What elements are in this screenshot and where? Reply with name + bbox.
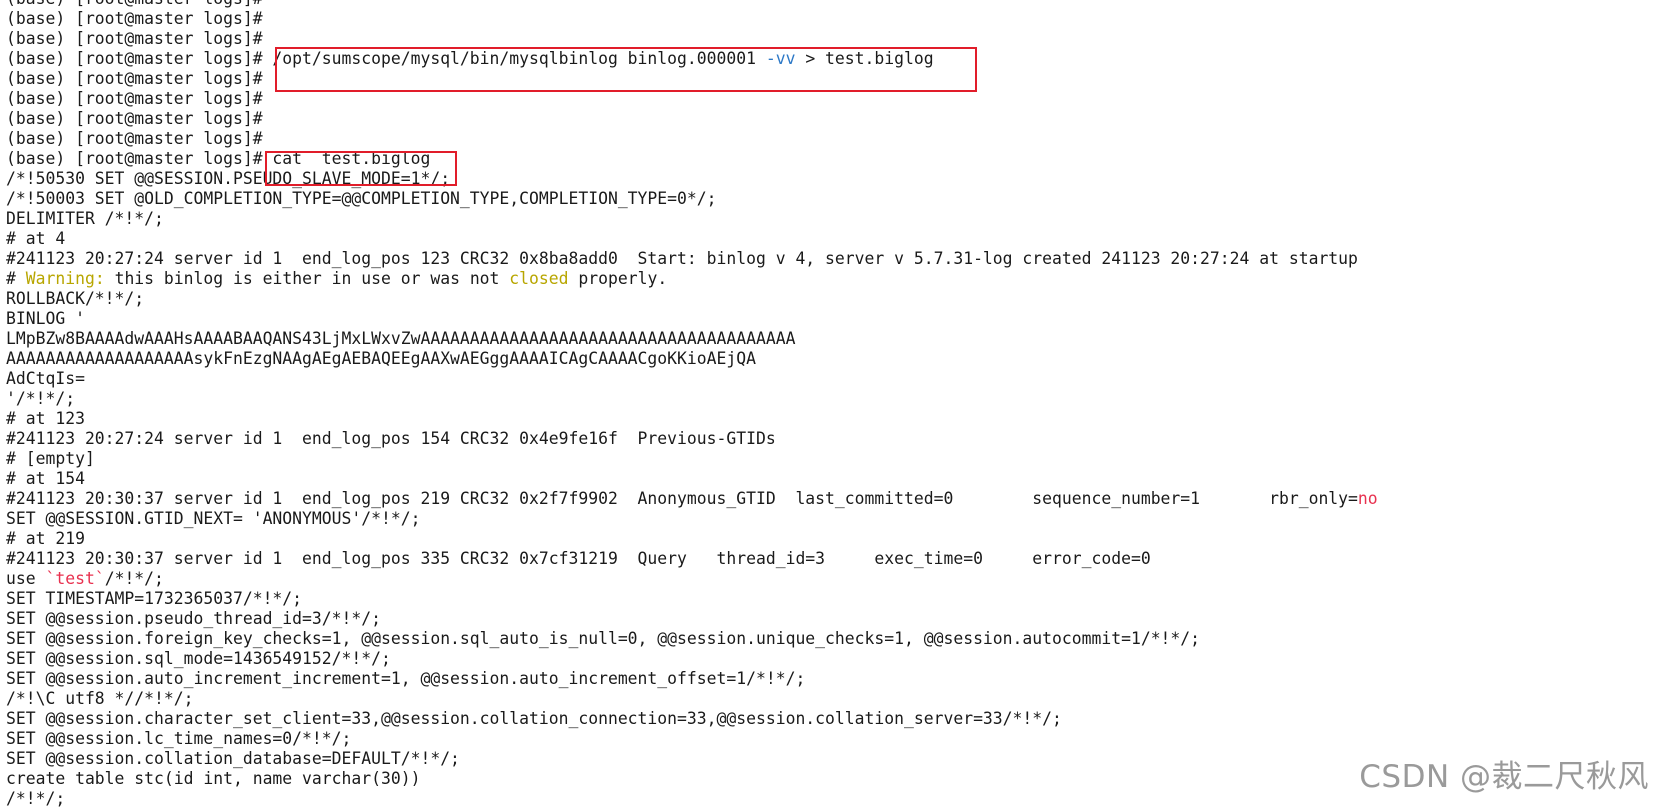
terminal-line: # at 123 <box>0 409 1659 429</box>
terminal-line: # at 154 <box>0 469 1659 489</box>
terminal-text: DELIMITER /*!*/; <box>6 209 164 228</box>
terminal-line: SET @@session.sql_mode=1436549152/*!*/; <box>0 649 1659 669</box>
terminal-line: #241123 20:27:24 server id 1 end_log_pos… <box>0 429 1659 449</box>
terminal-text: (base) [root@master logs]# /opt/sumscope… <box>6 49 766 68</box>
terminal-line: SET @@session.foreign_key_checks=1, @@se… <box>0 629 1659 649</box>
terminal-text: SET @@SESSION.GTID_NEXT= 'ANONYMOUS'/*!*… <box>6 509 421 528</box>
terminal-text: use <box>6 569 46 588</box>
terminal-line: (base) [root@master logs]# cat test.bigl… <box>0 149 1659 169</box>
terminal-line: /*!\C utf8 *//*!*/; <box>0 689 1659 709</box>
terminal-line: (base) [root@master logs]# <box>0 29 1659 49</box>
terminal-text: #241123 20:27:24 server id 1 end_log_pos… <box>6 429 776 448</box>
watermark: CSDN @裁二尺秋风 <box>1359 751 1649 796</box>
terminal-text: BINLOG ' <box>6 309 85 328</box>
terminal-line: (base) [root@master logs]# <box>0 0 1659 9</box>
terminal-text: SET TIMESTAMP=1732365037/*!*/; <box>6 589 303 608</box>
terminal-line: # at 219 <box>0 529 1659 549</box>
terminal-line: AAAAAAAAAAAAAAAAAAAsykFnEzgNAAgAEgAEBAQE… <box>0 349 1659 369</box>
terminal-text: this binlog is either in use or was not <box>104 269 510 288</box>
terminal-text: (base) [root@master logs]# <box>6 89 263 108</box>
terminal-line: '/*!*/; <box>0 389 1659 409</box>
terminal-line: #241123 20:27:24 server id 1 end_log_pos… <box>0 249 1659 269</box>
terminal-line: SET @@session.pseudo_thread_id=3/*!*/; <box>0 609 1659 629</box>
terminal-text: SET @@session.pseudo_thread_id=3/*!*/; <box>6 609 381 628</box>
terminal-text: (base) [root@master logs]# <box>6 69 263 88</box>
terminal-line: # at 4 <box>0 229 1659 249</box>
terminal-text: (base) [root@master logs]# <box>6 129 263 148</box>
terminal-text: LMpBZw8BAAAAdwAAAHsAAAABAAQANS43LjMxLWxv… <box>6 329 796 348</box>
terminal-line: BINLOG ' <box>0 309 1659 329</box>
terminal-line: #241123 20:30:37 server id 1 end_log_pos… <box>0 489 1659 509</box>
terminal-line: DELIMITER /*!*/; <box>0 209 1659 229</box>
terminal-line: # [empty] <box>0 449 1659 469</box>
terminal-line: (base) [root@master logs]# <box>0 129 1659 149</box>
terminal-line: SET @@SESSION.GTID_NEXT= 'ANONYMOUS'/*!*… <box>0 509 1659 529</box>
terminal-text: /*!\C utf8 *//*!*/; <box>6 689 194 708</box>
terminal-text: /*!50003 SET @OLD_COMPLETION_TYPE=@@COMP… <box>6 189 717 208</box>
terminal-text: > test.biglog <box>795 49 934 68</box>
terminal-line: #241123 20:30:37 server id 1 end_log_pos… <box>0 549 1659 569</box>
terminal-line: ROLLBACK/*!*/; <box>0 289 1659 309</box>
terminal-text: # at 154 <box>6 469 85 488</box>
terminal-text: # <box>6 269 26 288</box>
terminal-text: #241123 20:30:37 server id 1 end_log_pos… <box>6 549 1151 568</box>
terminal-line: AdCtqIs= <box>0 369 1659 389</box>
terminal-text: ROLLBACK/*!*/; <box>6 289 145 308</box>
terminal-text: create table stc(id int, name varchar(30… <box>6 769 421 788</box>
terminal-text: SET @@session.sql_mode=1436549152/*!*/; <box>6 649 391 668</box>
terminal-line: LMpBZw8BAAAAdwAAAHsAAAABAAQANS43LjMxLWxv… <box>0 329 1659 349</box>
terminal-text: -vv <box>765 49 796 68</box>
terminal-line: /*!50530 SET @@SESSION.PSEUDO_SLAVE_MODE… <box>0 169 1659 189</box>
terminal-text: AAAAAAAAAAAAAAAAAAAsykFnEzgNAAgAEgAEBAQE… <box>6 349 756 368</box>
terminal-line: (base) [root@master logs]# <box>0 109 1659 129</box>
terminal-text: (base) [root@master logs]# <box>6 29 263 48</box>
terminal-text: properly. <box>568 269 668 288</box>
terminal-text: /*!50530 SET @@SESSION.PSEUDO_SLAVE_MODE… <box>6 169 451 188</box>
terminal-text: SET @@session.collation_database=DEFAULT… <box>6 749 460 768</box>
terminal-text: # at 219 <box>6 529 85 548</box>
terminal-line: SET @@session.auto_increment_increment=1… <box>0 669 1659 689</box>
terminal-text: closed <box>509 269 569 288</box>
terminal-text: # at 123 <box>6 409 85 428</box>
terminal-text: SET @@session.auto_increment_increment=1… <box>6 669 806 688</box>
terminal-line: SET @@session.lc_time_names=0/*!*/; <box>0 729 1659 749</box>
terminal-text: # at 4 <box>6 229 66 248</box>
terminal-text: # [empty] <box>6 449 95 468</box>
terminal-text: (base) [root@master logs]# <box>6 9 263 28</box>
terminal-line: (base) [root@master logs]# <box>0 9 1659 29</box>
terminal-text: /*!*/; <box>6 789 66 808</box>
terminal-text: /*!*/; <box>104 569 164 588</box>
terminal-text: #241123 20:27:24 server id 1 end_log_pos… <box>6 249 1358 268</box>
terminal-text: AdCtqIs= <box>6 369 85 388</box>
terminal-line: use `test`/*!*/; <box>0 569 1659 589</box>
terminal-text: `test` <box>45 569 105 588</box>
terminal-line: (base) [root@master logs]# <box>0 89 1659 109</box>
terminal-text: Warning: <box>25 269 105 288</box>
terminal-line: /*!50003 SET @OLD_COMPLETION_TYPE=@@COMP… <box>0 189 1659 209</box>
terminal-text: (base) [root@master logs]# <box>6 0 263 8</box>
terminal-line: (base) [root@master logs]# <box>0 69 1659 89</box>
watermark-text: CSDN @裁二尺秋风 <box>1359 759 1649 795</box>
terminal-line: SET @@session.character_set_client=33,@@… <box>0 709 1659 729</box>
terminal-line: # Warning: this binlog is either in use … <box>0 269 1659 289</box>
terminal-text: #241123 20:30:37 server id 1 end_log_pos… <box>6 489 1358 508</box>
terminal-text: (base) [root@master logs]# <box>6 109 263 128</box>
terminal-text: (base) [root@master logs]# cat test.bigl… <box>6 149 431 168</box>
terminal-line: SET TIMESTAMP=1732365037/*!*/; <box>0 589 1659 609</box>
terminal-text: SET @@session.foreign_key_checks=1, @@se… <box>6 629 1201 648</box>
terminal-text: '/*!*/; <box>6 389 76 408</box>
terminal-output[interactable]: (base) [root@master logs]# (base) [root@m… <box>0 0 1659 808</box>
terminal-text: SET @@session.lc_time_names=0/*!*/; <box>6 729 352 748</box>
terminal-text: SET @@session.character_set_client=33,@@… <box>6 709 1062 728</box>
terminal-text: no <box>1357 489 1378 508</box>
terminal-line: (base) [root@master logs]# /opt/sumscope… <box>0 49 1659 69</box>
